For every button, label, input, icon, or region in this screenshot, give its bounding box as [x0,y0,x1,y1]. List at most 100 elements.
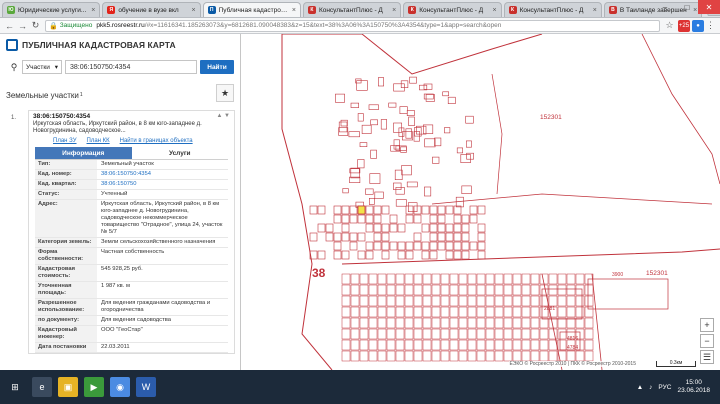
bookmark-star-icon[interactable]: ☆ [663,19,676,32]
parcel-outline [386,328,396,340]
quarter-boundary-line [281,34,333,370]
parcel-outline [414,127,422,137]
collapse-arrows-icon[interactable]: ▲ ▼ [216,113,230,119]
tab-close-icon[interactable]: × [593,7,597,14]
tab-favicon-icon: Ю [7,6,15,14]
info-row-value[interactable]: 38:06:150750 [97,180,228,189]
parcel-outline [333,232,342,242]
parcel-outline [405,214,414,224]
parcel-outline [453,241,462,251]
parcel-outline [341,339,351,351]
input-language[interactable]: РУС [658,384,671,391]
parcel-outline [404,284,414,296]
result-cad-number[interactable]: 38:06:150750:4354 ▲ ▼ [29,111,234,121]
browser-tab[interactable]: К КонсультантПлюс - Д × [503,2,602,17]
clock[interactable]: 15:00 23.06.2018 [677,379,710,395]
chrome-icon[interactable]: ◉ [110,377,130,397]
media-icon[interactable]: ▶ [84,377,104,397]
parcel-outline [431,350,441,362]
parcel-outline [440,295,450,307]
menu-icon[interactable]: ⋮ [704,19,717,32]
parcel-outline [458,284,468,296]
parcel-map-canvas[interactable] [242,34,720,370]
plan-kk-link[interactable]: План КК [87,138,110,144]
find-button[interactable]: Найти [200,60,234,74]
parcel-outline [342,188,349,194]
parcel-outline [458,328,468,340]
favorite-star-icon[interactable]: ★ [216,84,234,102]
parcel-outline [440,273,450,285]
reload-icon[interactable]: ↻ [29,19,42,32]
parcel-outline [373,205,382,215]
volume-icon[interactable]: ♪ [649,384,652,391]
zoom-out-icon[interactable]: − [700,334,714,348]
tab-close-icon[interactable]: × [392,7,396,14]
plan-zu-link[interactable]: План ЗУ [53,138,77,144]
extension-icon[interactable]: ● [692,19,704,32]
parcel-outline [361,124,372,134]
parcel-outline [373,214,382,224]
browser-tab[interactable]: К КонсультантПлюс - Д × [302,2,402,17]
url-input[interactable]: 🔒 Защищено pkk5.rosreestr.ru /#x=1161634… [45,19,660,32]
parcel-outline [548,284,558,296]
zoom-in-icon[interactable]: + [700,318,714,332]
parcel-outline [395,284,405,296]
maximize-icon[interactable]: □ [676,0,698,14]
results-header: Земельные участки 1 ★ [6,84,234,104]
parcel-outline [458,273,468,285]
browser-tab[interactable]: П Публичная кадастровая × [202,2,301,17]
parcel-outline [521,317,531,329]
close-window-icon[interactable]: ✕ [698,0,720,14]
parcel-outline [512,273,522,285]
tab-close-icon[interactable]: × [192,7,196,14]
parcel-outline [341,273,351,285]
window-controls: – □ ✕ [654,0,720,14]
quarter-boundary-line [591,273,603,370]
explorer-folder-icon[interactable]: ▣ [58,377,78,397]
browser-tab[interactable]: Яобучение в вузе вкл × [102,2,201,17]
windows-start-icon[interactable]: ⊞ [4,377,26,397]
parcel-outline [445,232,454,242]
tab-services[interactable]: Услуги [131,147,228,159]
parcel-outline [404,350,414,362]
parcel-outline [469,241,478,251]
parcel-outline [333,205,342,215]
browser-tab[interactable]: К КонсультантПлюс - Д × [403,2,502,17]
layers-icon[interactable]: ☰ [700,350,714,364]
parcel-outline [458,317,468,329]
minimize-icon[interactable]: – [654,0,676,14]
ie-icon[interactable]: e [32,377,52,397]
info-row: по документу: Для ведения садоводства [35,316,228,326]
tab-close-icon[interactable]: × [292,7,296,14]
tab-close-icon[interactable]: × [91,7,95,14]
browser-tab[interactable]: Ю Юридические услуги... × [2,2,101,17]
parcel-outline [566,273,576,285]
result-card[interactable]: 1. 38:06:150750:4354 ▲ ▼ Иркутская облас… [11,110,235,354]
parcel-outline [406,110,415,117]
find-in-bounds-link[interactable]: Найти в границах объекта [120,138,193,144]
parcel-outline [377,306,387,318]
cadastral-map[interactable]: 38 152301 152301 3900 2881 4816 4784 + −… [242,34,720,370]
search-icon[interactable]: ⚲ [6,60,22,74]
parcel-outline [477,205,486,215]
back-icon[interactable]: ← [3,19,16,32]
network-icon[interactable]: ▲ [637,384,643,391]
tab-information[interactable]: Информация [35,147,132,159]
extension-badge[interactable]: +25 [678,19,690,32]
parcel-outline [461,185,472,194]
tab-title: обучение в вузе вкл [118,6,179,14]
parcel-outline [413,232,422,242]
search-input[interactable]: 38:06:150750:4354 [65,60,197,74]
parcel-outline [503,273,513,285]
parcel-outline [429,241,438,251]
parcel-outline [458,350,468,362]
tab-close-icon[interactable]: × [492,7,496,14]
info-row-value: Для ведения садоводства [101,317,171,323]
parcel-outline [557,295,567,307]
tab-favicon-icon: К [408,6,417,14]
forward-icon[interactable]: → [16,19,29,32]
search-type-select[interactable]: Участки ▾ [22,60,62,74]
word-icon[interactable]: W [136,377,156,397]
info-row-value[interactable]: 38:06:150750:4354 [97,170,228,179]
parcel-outline [458,295,468,307]
